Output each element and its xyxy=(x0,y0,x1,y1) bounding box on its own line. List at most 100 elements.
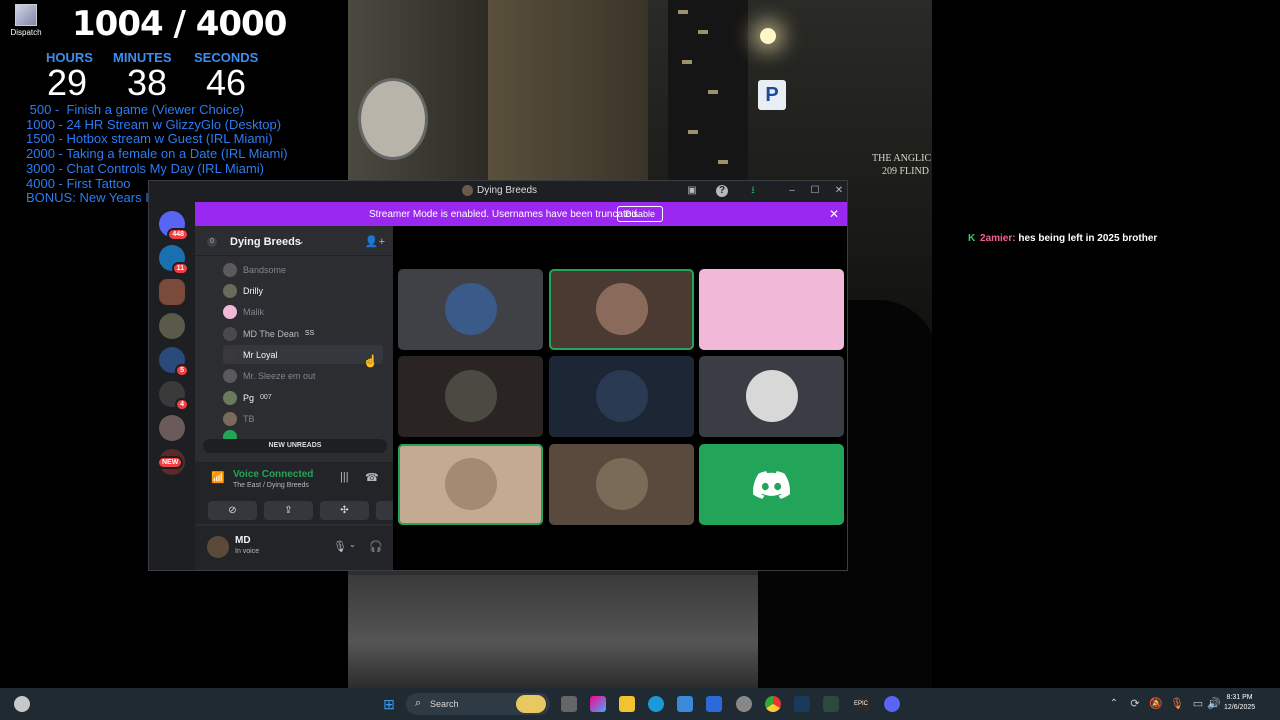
xbox-icon[interactable] xyxy=(823,696,839,712)
participant-tile[interactable] xyxy=(398,269,543,350)
channel-sidebar: 0 Dying Breeds ⌄ 👤+ Bandsome Drilly Mali… xyxy=(195,226,425,570)
noise-suppression-icon[interactable]: ||| xyxy=(340,471,349,483)
server-icon[interactable] xyxy=(159,313,185,339)
participant-tile[interactable] xyxy=(549,444,694,525)
avatar xyxy=(445,370,497,422)
close-banner-icon[interactable]: ✕ xyxy=(829,207,839,221)
server-header[interactable]: 0 Dying Breeds ⌄ 👤+ xyxy=(195,226,393,256)
taskbar-search[interactable]: ⌕ Search xyxy=(406,693,550,715)
server-icon[interactable]: NEW xyxy=(157,449,185,475)
sync-icon[interactable]: ⟳ xyxy=(1127,696,1143,712)
store-icon[interactable] xyxy=(677,696,693,712)
headphones-icon[interactable]: 🎧 xyxy=(369,540,383,553)
dispatch-desktop-icon[interactable]: Dispatch xyxy=(6,4,46,37)
chevron-up-icon[interactable]: ⌃ xyxy=(1106,696,1122,712)
server-boost-badge: 0 xyxy=(207,237,217,247)
voice-channel-path[interactable]: The East / Dying Breeds xyxy=(233,482,309,489)
irl-parking-sign: P xyxy=(758,80,786,110)
voice-member[interactable]: TB xyxy=(223,409,383,428)
discord-window: Dying Breeds ▣ ? ⭳ – ☐ ✕ Streamer Mode i… xyxy=(148,180,848,571)
hours-value: 29 xyxy=(47,62,88,103)
goal-item: 1000 - 24 HR Stream w GlizzyGlo (Desktop… xyxy=(26,116,282,132)
file-explorer-icon[interactable] xyxy=(619,696,635,712)
obs-icon[interactable] xyxy=(736,696,752,712)
seconds-value: 46 xyxy=(206,62,247,103)
member-tag: 007 xyxy=(260,394,272,401)
participant-tile[interactable] xyxy=(699,269,844,350)
search-icon: ⌕ xyxy=(415,697,422,709)
participant-tile[interactable] xyxy=(699,444,844,525)
streamer-mode-banner: Streamer Mode is enabled. Usernames have… xyxy=(195,202,847,226)
voice-member[interactable]: Drilly xyxy=(223,281,383,300)
microphone-icon[interactable]: 🎙 xyxy=(333,540,347,553)
screen-share-icon[interactable]: ▣ xyxy=(685,184,699,198)
voice-member[interactable]: MD The Dean SS xyxy=(223,324,383,343)
activities-button[interactable]: ✣ xyxy=(320,501,369,520)
participant-tile[interactable] xyxy=(549,269,694,350)
server-icon[interactable]: 4 xyxy=(159,381,189,411)
chrome-icon[interactable] xyxy=(765,696,781,712)
participant-tile[interactable] xyxy=(699,356,844,437)
search-placeholder: Search xyxy=(430,699,459,709)
maximize-button[interactable]: ☐ xyxy=(808,184,822,198)
close-window-button[interactable]: ✕ xyxy=(832,184,846,198)
new-unreads-pill[interactable]: NEW UNREADS xyxy=(203,439,387,453)
signal-icon[interactable]: 📶 xyxy=(211,471,225,484)
avatar xyxy=(596,458,648,510)
task-view-icon[interactable] xyxy=(561,696,577,712)
disconnect-icon[interactable]: ☎ xyxy=(365,471,379,484)
display-icon[interactable]: ▭ xyxy=(1190,696,1206,712)
chat-username: 2amier: xyxy=(980,233,1016,244)
minimize-button[interactable]: – xyxy=(785,184,799,198)
epic-games-icon[interactable]: EPIC xyxy=(853,696,869,712)
avatar xyxy=(223,347,237,362)
participant-tile[interactable] xyxy=(398,444,543,525)
participant-tile[interactable] xyxy=(549,356,694,437)
avatar xyxy=(445,458,497,510)
disable-streamer-mode-button[interactable]: Disable xyxy=(617,206,664,222)
voice-status[interactable]: Voice Connected xyxy=(233,469,313,480)
outlook-icon[interactable] xyxy=(706,696,722,712)
steam-icon[interactable] xyxy=(794,696,810,712)
clock-date: 12/6/2025 xyxy=(1224,704,1256,711)
discord-taskbar-icon[interactable] xyxy=(884,696,900,712)
minutes-value: 38 xyxy=(127,62,168,103)
voice-stage: ☝ xyxy=(363,226,847,570)
voice-member[interactable]: Pg 007 xyxy=(223,388,383,407)
member-name: TB xyxy=(243,413,255,424)
microphone-icon[interactable]: 🎙 xyxy=(1169,696,1185,712)
voice-member[interactable]: Mr Loyal xyxy=(223,345,383,364)
download-icon[interactable]: ⭳ xyxy=(746,184,760,198)
user-avatar[interactable] xyxy=(207,536,229,558)
edge-icon[interactable] xyxy=(648,696,664,712)
direct-messages-button[interactable]: 448 xyxy=(159,211,189,241)
member-name: Bandsome xyxy=(243,264,287,275)
camera-off-button[interactable]: ⊘ xyxy=(208,501,257,520)
server-icon[interactable]: 11 xyxy=(159,245,189,275)
new-badge: NEW xyxy=(157,456,184,469)
irl-tower xyxy=(668,0,748,200)
server-list: 448 11 5 4 NEW xyxy=(149,201,195,570)
voice-member[interactable]: Mr. Sleeze em out xyxy=(223,366,383,385)
server-icon[interactable]: 5 xyxy=(159,347,189,377)
weather-icon[interactable] xyxy=(14,696,30,712)
irl-street-sign xyxy=(358,78,428,160)
help-icon[interactable]: ? xyxy=(716,185,728,197)
streamer-mode-message: Streamer Mode is enabled. Usernames have… xyxy=(369,209,640,220)
system-clock[interactable]: 8:31 PM 12/6/2025 xyxy=(1224,693,1255,713)
server-name: Dying Breeds xyxy=(230,236,301,248)
screen-share-button[interactable]: ⇪ xyxy=(264,501,313,520)
chevron-down-icon[interactable]: ⌄ xyxy=(349,540,356,549)
bell-off-icon[interactable]: 🔕 xyxy=(1148,696,1164,712)
volume-icon[interactable]: 🔊 xyxy=(1206,696,1222,712)
windows-start-icon[interactable]: ⊞ xyxy=(381,696,397,712)
voice-member[interactable]: Bandsome xyxy=(223,260,383,279)
participant-tile[interactable] xyxy=(398,356,543,437)
voice-member[interactable]: Malik xyxy=(223,302,383,321)
copilot-icon[interactable] xyxy=(590,696,606,712)
server-icon-active[interactable] xyxy=(159,279,185,305)
server-icon[interactable] xyxy=(159,415,185,441)
user-name[interactable]: MD xyxy=(235,535,251,546)
invite-people-icon[interactable]: 👤+ xyxy=(365,235,385,248)
server-badge: 5 xyxy=(175,364,189,377)
